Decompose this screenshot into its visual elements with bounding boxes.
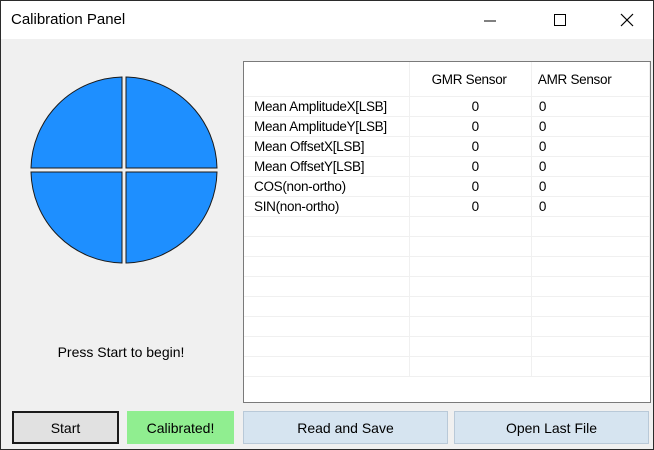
row-label: Mean AmplitudeY[LSB] (244, 116, 410, 137)
table-row[interactable]: SIN(non-ortho) 0 0 (244, 196, 650, 217)
start-button[interactable]: Start (12, 411, 119, 444)
calibration-results-grid[interactable]: GMR Sensor AMR Sensor Mean AmplitudeX[LS… (243, 61, 651, 403)
amr-value: 0 (531, 176, 650, 197)
row-label: COS(non-ortho) (244, 176, 410, 197)
minimize-button[interactable] (467, 1, 513, 39)
window-title: Calibration Panel (11, 11, 126, 28)
title-bar: Calibration Panel (1, 1, 653, 39)
column-header-gmr: GMR Sensor (409, 62, 532, 97)
amr-value: 0 (531, 156, 650, 177)
calibrated-status-badge: Calibrated! (127, 411, 234, 444)
amr-value: 0 (531, 196, 650, 217)
empty-row (244, 256, 650, 277)
amr-value: 0 (531, 96, 650, 117)
empty-row (244, 236, 650, 257)
calibration-window: Calibration Panel Press Start to begin! … (0, 0, 654, 450)
row-label: Mean OffsetY[LSB] (244, 156, 410, 177)
quadrant-bottom-left (30, 171, 123, 264)
close-button[interactable] (604, 1, 650, 39)
column-header-label (244, 62, 410, 97)
empty-row (244, 336, 650, 357)
amr-value: 0 (531, 136, 650, 157)
read-and-save-button[interactable]: Read and Save (243, 411, 448, 444)
gmr-value: 0 (409, 156, 532, 177)
table-row[interactable]: Mean AmplitudeY[LSB] 0 0 (244, 116, 650, 137)
panel-body: Press Start to begin! GMR Sensor AMR Sen… (1, 39, 653, 449)
gmr-value: 0 (409, 96, 532, 117)
quadrant-top-right (125, 76, 218, 169)
quadrant-bottom-right (125, 171, 218, 264)
table-row[interactable]: Mean AmplitudeX[LSB] 0 0 (244, 96, 650, 117)
empty-row (244, 276, 650, 297)
maximize-button[interactable] (537, 1, 583, 39)
calibration-quadrant-graphic (30, 76, 218, 264)
empty-row (244, 216, 650, 237)
table-row[interactable]: COS(non-ortho) 0 0 (244, 176, 650, 197)
open-last-file-button[interactable]: Open Last File (454, 411, 649, 444)
table-row[interactable]: Mean OffsetY[LSB] 0 0 (244, 156, 650, 177)
gmr-value: 0 (409, 176, 532, 197)
row-label: SIN(non-ortho) (244, 196, 410, 217)
gmr-value: 0 (409, 136, 532, 157)
table-row[interactable]: Mean OffsetX[LSB] 0 0 (244, 136, 650, 157)
row-label: Mean AmplitudeX[LSB] (244, 96, 410, 117)
empty-row (244, 356, 650, 377)
quadrant-top-left (30, 76, 123, 169)
header-row: GMR Sensor AMR Sensor (244, 62, 650, 97)
empty-row (244, 296, 650, 317)
amr-value: 0 (531, 116, 650, 137)
results-table: GMR Sensor AMR Sensor Mean AmplitudeX[LS… (244, 62, 650, 377)
close-icon (620, 13, 634, 27)
column-header-amr: AMR Sensor (531, 62, 650, 97)
maximize-icon (554, 14, 566, 26)
gmr-value: 0 (409, 196, 532, 217)
gmr-value: 0 (409, 116, 532, 137)
status-message: Press Start to begin! (57, 344, 185, 360)
row-label: Mean OffsetX[LSB] (244, 136, 410, 157)
minimize-icon (484, 20, 496, 22)
empty-row (244, 316, 650, 337)
